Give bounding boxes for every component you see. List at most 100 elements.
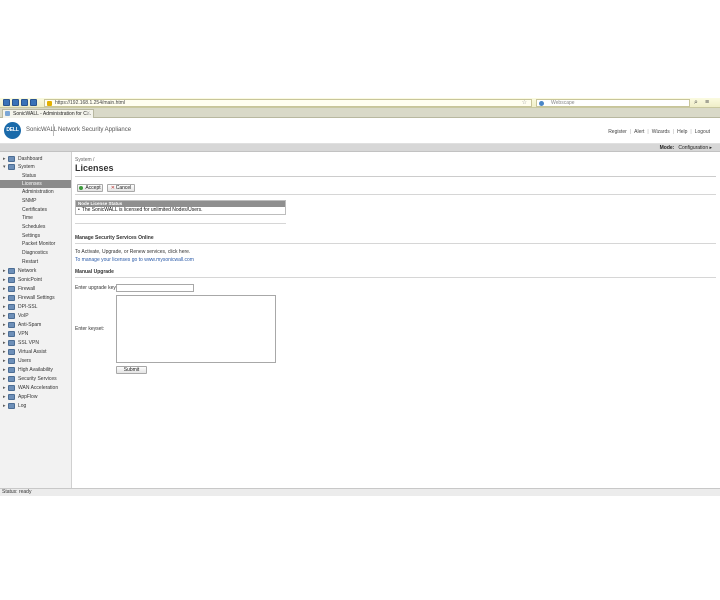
- sidebar-sub-packet-monitor[interactable]: Packet Monitor: [0, 240, 71, 248]
- help-link[interactable]: Help: [677, 129, 687, 135]
- activate-services-link[interactable]: To Activate, Upgrade, or Renew services,…: [75, 249, 190, 255]
- collapse-icon[interactable]: ▾: [3, 163, 6, 171]
- back-icon[interactable]: [3, 99, 10, 106]
- expand-icon[interactable]: ▸: [3, 276, 6, 284]
- sidebar-item-ssl-vpn[interactable]: ▸ SSL VPN: [0, 339, 71, 347]
- accept-button[interactable]: Accept: [77, 184, 103, 192]
- divider: [75, 176, 716, 177]
- sidebar-sub-licenses[interactable]: Licenses: [0, 180, 71, 188]
- star-icon[interactable]: ☆: [522, 100, 527, 107]
- sidebar-item-wan-acceleration[interactable]: ▸ WAN Acceleration: [0, 384, 71, 392]
- mode-value: Configuration ▸: [678, 145, 712, 151]
- sidebar-item-sonicpoint[interactable]: ▸ SonicPoint: [0, 276, 71, 284]
- sidebar-item-label: Users: [18, 358, 32, 364]
- sidebar-item-label: Log: [18, 403, 27, 409]
- sidebar-item-appflow[interactable]: ▸ AppFlow: [0, 393, 71, 401]
- sidebar-sub-schedules[interactable]: Schedules: [0, 223, 71, 231]
- favicon-icon: [5, 111, 10, 116]
- sidebar-item-anti-spam[interactable]: ▸ Anti-Spam: [0, 321, 71, 329]
- app-header: DELL SonicWALL Network Security Applianc…: [0, 118, 720, 144]
- expand-icon[interactable]: ▸: [3, 321, 6, 329]
- cancel-icon: ✕: [110, 184, 115, 191]
- sidebar-sub-certificates[interactable]: Certificates: [0, 206, 71, 214]
- expand-icon[interactable]: ▸: [3, 330, 6, 338]
- search-input[interactable]: Webscape: [536, 99, 690, 107]
- expand-icon[interactable]: ▸: [3, 285, 6, 293]
- sidebar-sub-administration[interactable]: Administration: [0, 188, 71, 196]
- sidebar-sub-diagnostics[interactable]: Diagnostics: [0, 249, 71, 257]
- expand-icon[interactable]: ▸: [3, 402, 6, 410]
- search-icon[interactable]: ⌕: [694, 99, 698, 107]
- sidebar-item-network[interactable]: ▸ Network: [0, 267, 71, 275]
- expand-icon[interactable]: ▸: [3, 303, 6, 311]
- alert-link[interactable]: Alert: [634, 129, 644, 135]
- sidebar-item-dashboard[interactable]: ▸ Dashboard: [0, 155, 71, 163]
- sidebar-item-firewall[interactable]: ▸ Firewall: [0, 285, 71, 293]
- tab-title: SonicWALL - Administration for C...: [13, 111, 91, 117]
- url-bar[interactable]: https://192.168.1.254/main.html ☆: [44, 99, 532, 107]
- sidebar-item-firewall-settings[interactable]: ▸ Firewall Settings: [0, 294, 71, 302]
- expand-icon[interactable]: ▸: [3, 366, 6, 374]
- sidebar-item-label: WAN Acceleration: [18, 385, 59, 391]
- sidebar-item-label: High Availability: [18, 367, 53, 373]
- expand-icon[interactable]: ▸: [3, 267, 6, 275]
- expand-icon[interactable]: ▸: [3, 155, 6, 163]
- expand-icon[interactable]: ▸: [3, 294, 6, 302]
- sidebar-item-label: AppFlow: [18, 394, 38, 400]
- anti-spam-icon: [8, 322, 15, 328]
- wizards-link[interactable]: Wizards: [652, 129, 670, 135]
- sidebar-sub-settings[interactable]: Settings: [0, 232, 71, 240]
- sidebar-item-label: Dashboard: [18, 156, 43, 162]
- logout-link[interactable]: Logout: [695, 129, 710, 135]
- sidebar-item-label: Anti-Spam: [18, 322, 42, 328]
- expand-icon[interactable]: ▸: [3, 375, 6, 383]
- register-link[interactable]: Register: [608, 129, 627, 135]
- node-status-text: The SonicWALL is licensed for unlimited …: [81, 207, 203, 213]
- sidebar-item-high-availability[interactable]: ▸ High Availability: [0, 366, 71, 374]
- search-engine-icon[interactable]: [539, 101, 544, 106]
- sidebar-sub-snmp[interactable]: SNMP: [0, 197, 71, 205]
- sidebar-item-virtual-assist[interactable]: ▸ Virtual Assist: [0, 348, 71, 356]
- reload-icon[interactable]: [21, 99, 28, 106]
- mode-bar: Mode: Configuration ▸: [0, 144, 720, 152]
- sidebar-item-vpn[interactable]: ▸ VPN: [0, 330, 71, 338]
- search-placeholder: Webscape: [551, 100, 575, 106]
- status-bar: Status: ready: [0, 488, 720, 496]
- mysonicwall-link[interactable]: To manage your licenses go to www.mysoni…: [75, 257, 194, 263]
- voip-icon: [8, 313, 15, 319]
- expand-icon[interactable]: ▸: [3, 384, 6, 392]
- sidebar-item-users[interactable]: ▸ Users: [0, 357, 71, 365]
- sidebar-item-label: SSL VPN: [18, 340, 39, 346]
- keyset-textarea[interactable]: [116, 295, 276, 363]
- divider: [75, 223, 286, 224]
- sidebar-item-system[interactable]: ▾ System: [0, 163, 71, 171]
- sidebar-item-log[interactable]: ▸ Log: [0, 402, 71, 410]
- home-icon[interactable]: [30, 99, 37, 106]
- table-row: • The SonicWALL is licensed for unlimited…: [76, 207, 285, 214]
- expand-icon[interactable]: ▸: [3, 393, 6, 401]
- mode-selector[interactable]: Mode: Configuration ▸: [660, 145, 712, 151]
- cancel-button[interactable]: ✕Cancel: [107, 184, 135, 192]
- forward-icon[interactable]: [12, 99, 19, 106]
- sidebar-item-security-services[interactable]: ▸ Security Services: [0, 375, 71, 383]
- sidebar-item-voip[interactable]: ▸ VoIP: [0, 312, 71, 320]
- expand-icon[interactable]: ▸: [3, 339, 6, 347]
- dashboard-icon: [8, 156, 15, 162]
- menu-icon[interactable]: ≡: [705, 99, 709, 107]
- close-icon[interactable]: ×: [86, 110, 90, 118]
- expand-icon[interactable]: ▸: [3, 312, 6, 320]
- sidebar-sub-status[interactable]: Status: [0, 172, 71, 180]
- upgrade-key-label: Enter upgrade key:: [75, 285, 118, 291]
- sidebar-sub-restart[interactable]: Restart: [0, 258, 71, 266]
- expand-icon[interactable]: ▸: [3, 357, 6, 365]
- expand-icon[interactable]: ▸: [3, 348, 6, 356]
- divider: [75, 243, 716, 244]
- brand-divider: [53, 124, 54, 136]
- submit-button[interactable]: Submit: [116, 366, 147, 374]
- sidebar-item-dpi-ssl[interactable]: ▸ DPI-SSL: [0, 303, 71, 311]
- upgrade-key-input[interactable]: [116, 284, 194, 292]
- sidebar-sub-time[interactable]: Time: [0, 214, 71, 222]
- browser-tab[interactable]: SonicWALL - Administration for C... ×: [2, 109, 94, 118]
- sidebar-item-label: Firewall: [18, 286, 36, 292]
- sidebar: ▸ Dashboard ▾ System Status Licenses Adm…: [0, 152, 72, 488]
